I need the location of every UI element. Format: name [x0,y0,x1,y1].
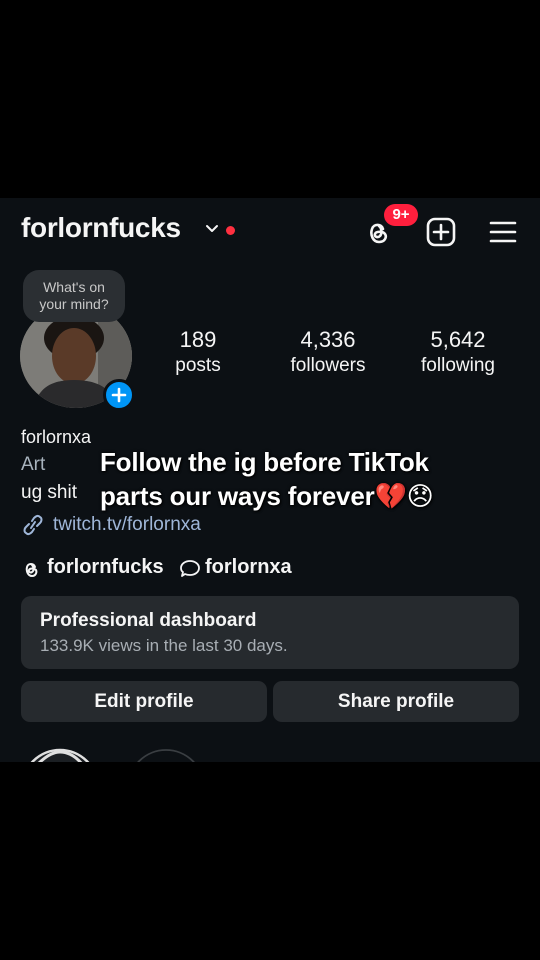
posts-stat[interactable]: 189 posts [133,326,263,378]
dashboard-title: Professional dashboard [40,610,257,631]
note-text-line1: What's on [43,279,105,295]
threads-handle[interactable]: forlornfucks [47,556,164,579]
followers-stat[interactable]: 4,336 followers [263,326,393,378]
category-label: Art [21,454,46,475]
following-stat[interactable]: 5,642 following [393,326,523,378]
display-name: forlornxa [21,427,92,447]
caption-line2: parts our ways forever💔😞 [100,481,434,511]
caption-line1: Follow the ig before TikTok [100,447,429,477]
following-count: 5,642 [430,327,486,352]
share-profile-button[interactable]: Share profile [273,681,519,722]
edit-profile-button[interactable]: Edit profile [21,681,267,722]
story-highlights[interactable] [0,738,540,762]
notification-badge: 9+ [384,204,418,226]
hamburger-menu-icon[interactable] [488,218,518,246]
notification-dot [226,226,235,235]
threads-icon [25,563,38,578]
add-story-button[interactable] [103,379,135,411]
ig-handle[interactable]: forlornxa [205,556,292,579]
new-highlight-circle[interactable] [128,749,204,762]
following-label: following [421,355,495,376]
plus-icon [111,387,127,403]
professional-dashboard[interactable]: Professional dashboard 133.9K views in t… [21,596,519,669]
plus-square-icon[interactable] [425,216,457,248]
video-caption-overlay: Follow the ig before TikTok parts our wa… [100,445,434,513]
followers-count: 4,336 [300,327,356,352]
dashboard-subtitle: 133.9K views in the last 30 days. [40,636,288,655]
posts-label: posts [175,355,221,376]
top-bar: forlornfucks 9+ [0,198,540,264]
bio-text: ug shit [21,482,77,503]
link-icon [23,514,43,536]
followers-label: followers [290,355,366,376]
link-text[interactable]: twitch.tv/forlornxa [53,514,201,536]
chevron-down-icon[interactable] [205,224,219,234]
account-switcher[interactable]: forlornfucks [21,212,181,244]
note-bubble[interactable]: What's on your mind? [23,270,125,322]
chat-bubble-icon [180,560,200,577]
note-text-line2: your mind? [39,296,109,312]
posts-count: 189 [179,327,217,352]
